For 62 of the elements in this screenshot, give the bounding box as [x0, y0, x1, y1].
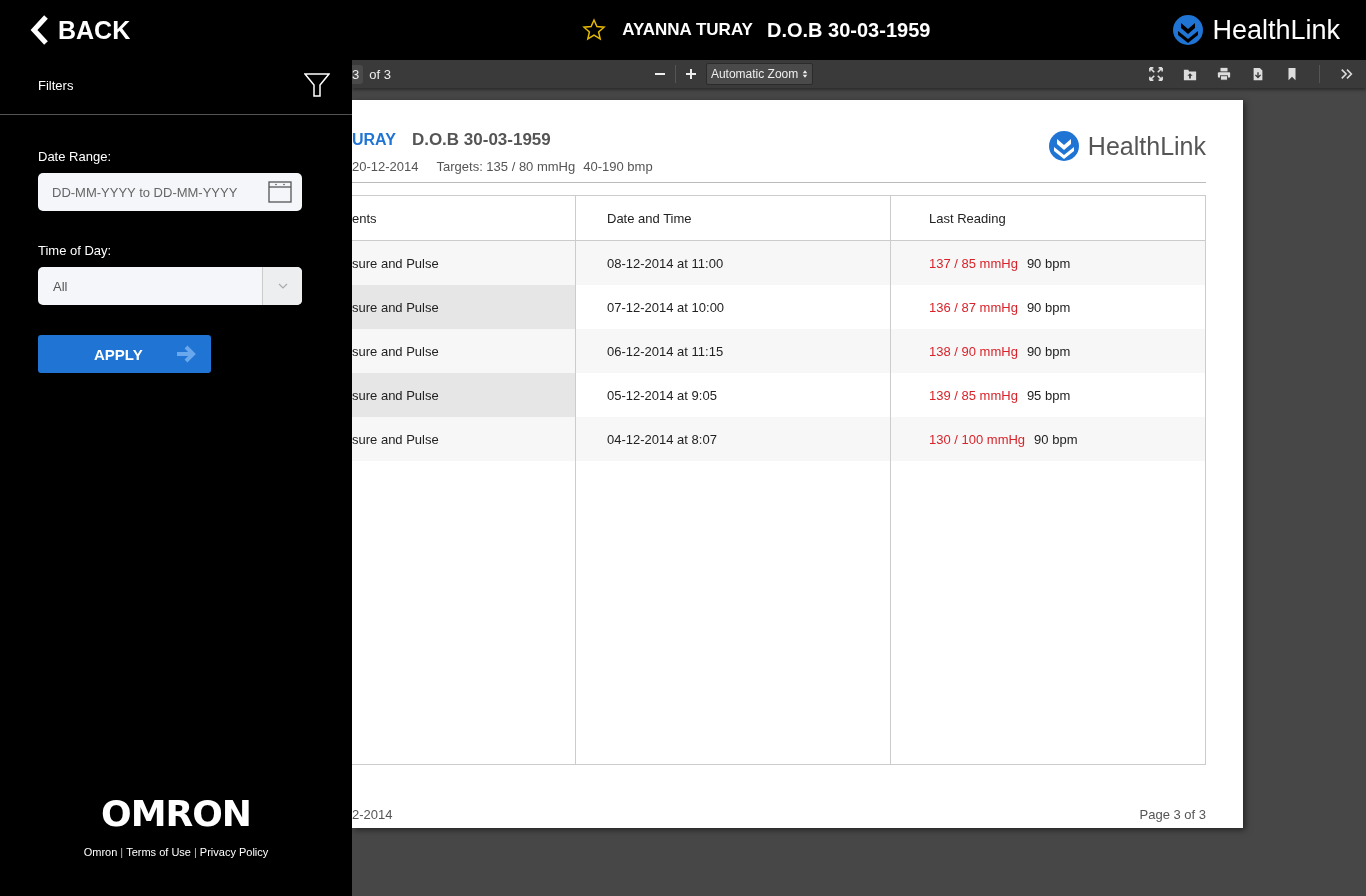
blood-pressure: 138 / 90 mmHg — [929, 343, 1018, 359]
blood-pressure: 139 / 85 mmHg — [929, 387, 1018, 403]
column-header: Last Reading — [928, 209, 1007, 228]
table-cell: 04-12-2014 at 8:07 — [576, 417, 891, 461]
apply-button[interactable]: APPLY — [38, 335, 211, 373]
back-button[interactable]: BACK — [30, 14, 131, 46]
zoom-select[interactable]: Automatic Zoom — [705, 63, 814, 85]
filter-icon[interactable] — [304, 72, 330, 98]
page-count: of 3 — [369, 66, 391, 82]
logo-icon — [1047, 130, 1080, 162]
print-icon[interactable] — [1217, 67, 1231, 81]
column-header: ents — [352, 196, 576, 240]
time-of-day-select[interactable]: All — [38, 267, 302, 305]
open-file-icon[interactable] — [1183, 67, 1197, 81]
document-title: URAY — [352, 131, 396, 149]
table-cell: 06-12-2014 at 11:15 — [576, 329, 891, 373]
brand-name: HealthLink — [1087, 131, 1206, 161]
report-date: 20-12-2014 — [352, 159, 419, 174]
back-icon — [30, 14, 50, 46]
link-separator: | — [120, 846, 124, 858]
table-cell: sure and Pulse — [352, 329, 576, 373]
pulse-value: 90 bpm — [1026, 255, 1071, 271]
field-label: Time of Day: — [38, 243, 113, 258]
blood-pressure: 136 / 87 mmHg — [929, 299, 1018, 315]
logo-icon — [1172, 14, 1205, 46]
pulse-value: 90 bpm — [1026, 343, 1071, 359]
bp-targets: Targets: 135 / 80 mmHg — [436, 159, 576, 174]
table-cell: sure and Pulse — [352, 417, 576, 461]
filters-title: Filters — [38, 77, 74, 93]
page-label: Page 3 of 3 — [1139, 807, 1206, 822]
pulse-value: 90 bpm — [1026, 299, 1071, 315]
date-range-field[interactable]: DD-MM-YYYY to DD-MM-YYYY — [38, 173, 302, 211]
field-label: Date Range: — [38, 149, 112, 164]
page-number-field[interactable]: 3 — [352, 64, 364, 84]
omron-logo: OMRON — [101, 793, 251, 834]
table-cell: sure and Pulse — [352, 285, 576, 329]
footer-link[interactable]: Privacy Policy — [199, 846, 269, 858]
sort-arrows-icon — [802, 69, 809, 79]
patient-dob: D.O.B 30-03-1959 — [766, 18, 931, 42]
fullscreen-icon[interactable] — [1149, 67, 1163, 81]
pulse-range: 40-190 bmp — [583, 159, 653, 174]
download-icon[interactable] — [1251, 67, 1265, 81]
calendar-icon[interactable] — [268, 181, 292, 203]
table-cell: sure and Pulse — [352, 373, 576, 417]
patient-name: AYANNA TURAY — [622, 20, 753, 40]
star-icon[interactable] — [582, 18, 607, 42]
table-cell: sure and Pulse — [352, 241, 576, 285]
blood-pressure: 130 / 100 mmHg — [929, 431, 1026, 447]
footer-link[interactable]: Omron — [83, 846, 118, 858]
blood-pressure: 137 / 85 mmHg — [929, 255, 1018, 271]
footer-date: 2-2014 — [352, 807, 393, 822]
table-cell: 08-12-2014 at 11:00 — [576, 241, 891, 285]
brand-name: HealthLink — [1212, 14, 1340, 46]
pulse-value: 90 bpm — [1034, 431, 1078, 447]
zoom-in-icon[interactable] — [683, 67, 698, 81]
column-header: Date and Time — [576, 196, 891, 240]
link-separator: | — [193, 846, 197, 858]
footer-link[interactable]: Terms of Use — [126, 846, 191, 858]
more-tools-icon[interactable] — [1340, 67, 1354, 81]
document-dob: D.O.B 30-03-1959 — [411, 130, 551, 150]
chevron-down-icon — [276, 282, 289, 290]
pulse-value: 95 bpm — [1026, 387, 1071, 403]
